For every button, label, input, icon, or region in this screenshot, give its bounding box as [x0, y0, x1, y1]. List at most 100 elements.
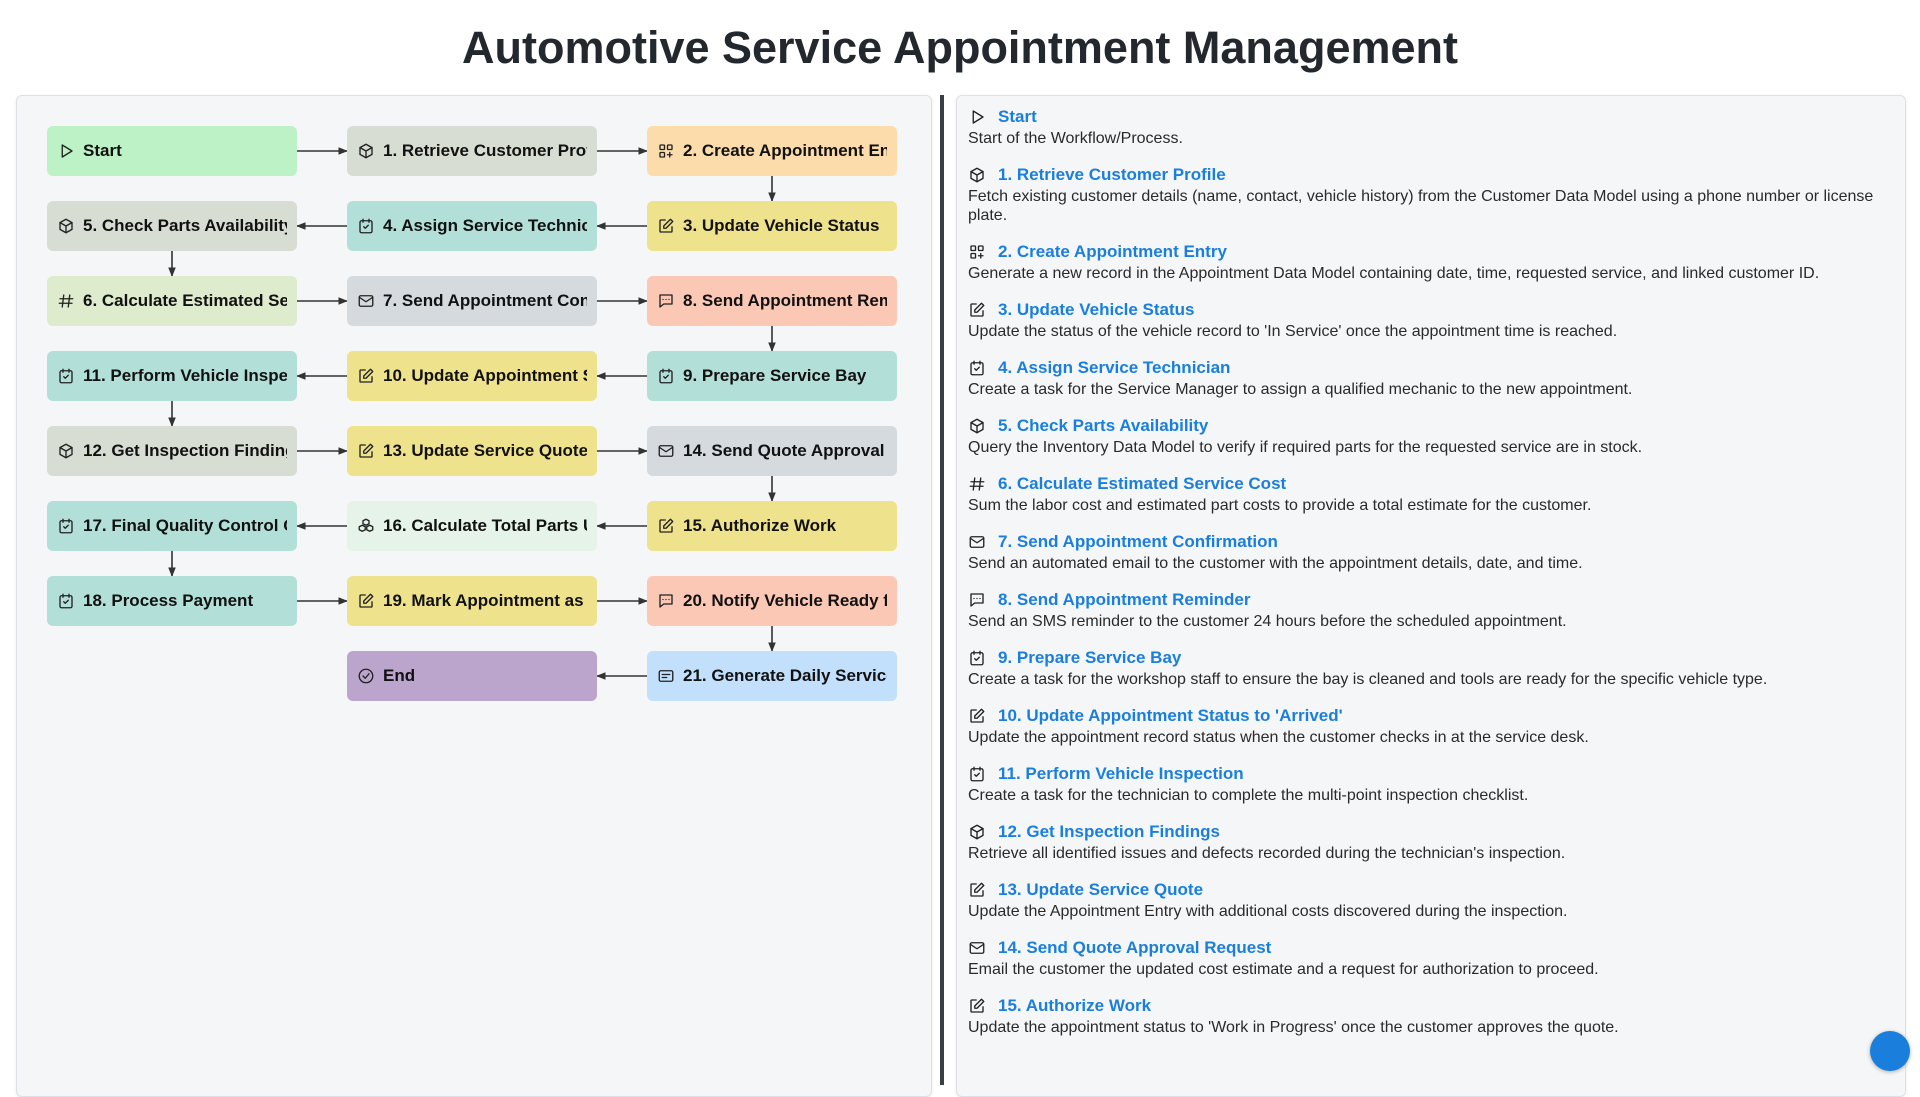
node-n10[interactable]: 10. Update Appointment Status to 'Arrive… — [347, 351, 597, 401]
edit-icon — [657, 217, 675, 235]
step-item: 10. Update Appointment Status to 'Arrive… — [968, 705, 1895, 747]
step-header: Start — [968, 106, 1895, 128]
node-n1[interactable]: 1. Retrieve Customer Profile — [347, 126, 597, 176]
edit-icon — [968, 881, 986, 899]
node-n21[interactable]: 21. Generate Daily Service Report — [647, 651, 897, 701]
step-title-link[interactable]: 6. Calculate Estimated Service Cost — [998, 474, 1286, 494]
step-title-link[interactable]: 4. Assign Service Technician — [998, 358, 1230, 378]
step-header: 14. Send Quote Approval Request — [968, 937, 1895, 959]
step-header: 2. Create Appointment Entry — [968, 241, 1895, 263]
node-n15[interactable]: 15. Authorize Work — [647, 501, 897, 551]
step-title-link[interactable]: 11. Perform Vehicle Inspection — [998, 764, 1244, 784]
step-title-link[interactable]: 3. Update Vehicle Status — [998, 300, 1195, 320]
cube-icon — [57, 217, 75, 235]
step-title-link[interactable]: 8. Send Appointment Reminder — [998, 590, 1251, 610]
node-label: 3. Update Vehicle Status — [683, 216, 880, 235]
step-description: Update the appointment status to 'Work i… — [968, 1019, 1619, 1036]
step-item: 5. Check Parts Availability Query the Inv… — [968, 415, 1895, 457]
node-label: 8. Send Appointment Reminder — [683, 291, 887, 310]
step-header: 12. Get Inspection Findings — [968, 821, 1895, 843]
step-title-link[interactable]: 13. Update Service Quote — [998, 880, 1203, 900]
step-item: 7. Send Appointment Confirmation Send an … — [968, 531, 1895, 573]
mail-icon — [357, 292, 375, 310]
step-title-link[interactable]: 5. Check Parts Availability — [998, 416, 1208, 436]
node-n11[interactable]: 11. Perform Vehicle Inspection — [47, 351, 297, 401]
step-item: 12. Get Inspection Findings Retrieve all … — [968, 821, 1895, 863]
step-header: 8. Send Appointment Reminder — [968, 589, 1895, 611]
node-label: 12. Get Inspection Findings — [83, 441, 287, 460]
node-n2[interactable]: 2. Create Appointment Entry — [647, 126, 897, 176]
step-title-link[interactable]: 1. Retrieve Customer Profile — [998, 165, 1226, 185]
node-label: Start — [83, 141, 122, 160]
step-header: 10. Update Appointment Status to 'Arrive… — [968, 705, 1895, 727]
node-n4[interactable]: 4. Assign Service Technician — [347, 201, 597, 251]
step-description: Update the appointment record status whe… — [968, 729, 1589, 746]
report-icon — [657, 667, 675, 685]
step-title-link[interactable]: 15. Authorize Work — [998, 996, 1151, 1016]
message-icon — [968, 591, 986, 609]
node-label: 16. Calculate Total Parts Used — [383, 516, 587, 535]
node-n19[interactable]: 19. Mark Appointment as Complete — [347, 576, 597, 626]
step-description: Update the status of the vehicle record … — [968, 323, 1618, 340]
step-item: 1. Retrieve Customer Profile Fetch existi… — [968, 164, 1895, 225]
step-description: Create a task for the Service Manager to… — [968, 381, 1633, 398]
page-title: Automotive Service Appointment Managemen… — [462, 22, 1458, 73]
step-title-link[interactable]: 10. Update Appointment Status to 'Arrive… — [998, 706, 1343, 726]
assistant-button[interactable] — [1870, 1031, 1913, 1078]
step-description: Generate a new record in the Appointment… — [968, 265, 1820, 282]
step-header: 6. Calculate Estimated Service Cost — [968, 473, 1895, 495]
node-n9[interactable]: 9. Prepare Service Bay — [647, 351, 897, 401]
step-item: 4. Assign Service Technician Create a tas… — [968, 357, 1895, 399]
step-item: 2. Create Appointment Entry Generate a ne… — [968, 241, 1895, 283]
node-label: 11. Perform Vehicle Inspection — [83, 366, 287, 385]
node-start[interactable]: Start — [47, 126, 297, 176]
step-title-link[interactable]: 9. Prepare Service Bay — [998, 648, 1181, 668]
node-n13[interactable]: 13. Update Service Quote — [347, 426, 597, 476]
cube-icon — [968, 823, 986, 841]
node-n12[interactable]: 12. Get Inspection Findings — [47, 426, 297, 476]
panel-divider[interactable] — [940, 95, 944, 1085]
step-title-link[interactable]: 12. Get Inspection Findings — [998, 822, 1220, 842]
step-header: 3. Update Vehicle Status — [968, 299, 1895, 321]
step-description: Create a task for the technician to comp… — [968, 787, 1529, 804]
node-n6[interactable]: 6. Calculate Estimated Service Cost — [47, 276, 297, 326]
step-descriptions-panel[interactable]: Start Start of the Workflow/Process. 1. Re… — [956, 95, 1906, 1097]
node-end[interactable]: End — [347, 651, 597, 701]
step-header: 13. Update Service Quote — [968, 879, 1895, 901]
mail-icon — [968, 533, 986, 551]
task-icon — [657, 367, 675, 385]
cube-icon — [57, 442, 75, 460]
node-n16[interactable]: 16. Calculate Total Parts Used — [347, 501, 597, 551]
step-item: 9. Prepare Service Bay Create a task for … — [968, 647, 1895, 689]
step-description: Send an automated email to the customer … — [968, 555, 1583, 572]
edit-icon — [968, 997, 986, 1015]
step-header: 15. Authorize Work — [968, 995, 1895, 1017]
node-label: 9. Prepare Service Bay — [683, 366, 867, 385]
node-label: 21. Generate Daily Service Report — [683, 666, 887, 685]
step-description: Create a task for the workshop staff to … — [968, 671, 1768, 688]
step-description: Email the customer the updated cost esti… — [968, 961, 1599, 978]
node-n7[interactable]: 7. Send Appointment Confirmation — [347, 276, 597, 326]
edit-icon — [657, 517, 675, 535]
task-icon — [57, 367, 75, 385]
node-n18[interactable]: 18. Process Payment — [47, 576, 297, 626]
node-label: 20. Notify Vehicle Ready for Pickup — [683, 591, 887, 610]
step-description: Query the Inventory Data Model to verify… — [968, 439, 1643, 456]
node-n5[interactable]: 5. Check Parts Availability — [47, 201, 297, 251]
node-label: 1. Retrieve Customer Profile — [383, 141, 587, 160]
edit-icon — [968, 301, 986, 319]
node-n14[interactable]: 14. Send Quote Approval Request — [647, 426, 897, 476]
step-title-link[interactable]: Start — [998, 107, 1037, 127]
node-label: 2. Create Appointment Entry — [683, 141, 887, 160]
step-description: Start of the Workflow/Process. — [968, 130, 1183, 147]
step-item: Start Start of the Workflow/Process. — [968, 106, 1895, 148]
step-title-link[interactable]: 2. Create Appointment Entry — [998, 242, 1227, 262]
mail-icon — [968, 939, 986, 957]
step-title-link[interactable]: 14. Send Quote Approval Request — [998, 938, 1271, 958]
step-description: Retrieve all identified issues and defec… — [968, 845, 1566, 862]
step-title-link[interactable]: 7. Send Appointment Confirmation — [998, 532, 1278, 552]
node-n8[interactable]: 8. Send Appointment Reminder — [647, 276, 897, 326]
node-n20[interactable]: 20. Notify Vehicle Ready for Pickup — [647, 576, 897, 626]
node-n17[interactable]: 17. Final Quality Control Check — [47, 501, 297, 551]
node-n3[interactable]: 3. Update Vehicle Status — [647, 201, 897, 251]
